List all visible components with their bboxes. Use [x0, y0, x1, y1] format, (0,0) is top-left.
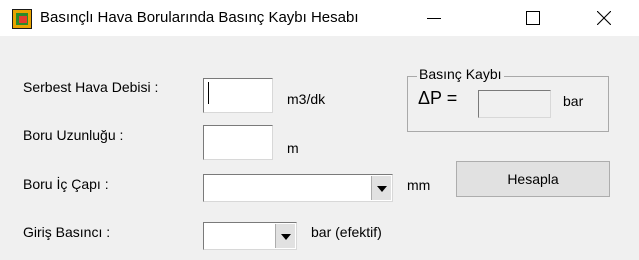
inlet-pressure-dropdown-button[interactable] — [275, 224, 295, 248]
minimize-icon — [427, 18, 441, 19]
dialog-body: Serbest Hava Debisi : m3/dk Boru Uzunluğ… — [0, 36, 639, 260]
pressure-loss-output — [478, 90, 551, 118]
pipe-diameter-dropdown-button[interactable] — [371, 176, 391, 200]
close-button[interactable] — [581, 0, 627, 36]
pressure-loss-unit: bar — [563, 93, 584, 109]
maximize-button[interactable] — [510, 0, 556, 36]
app-icon[interactable] — [12, 9, 32, 29]
chevron-down-icon — [281, 234, 291, 240]
pipe-diameter-label: Boru İç Çapı : — [23, 176, 109, 192]
pipe-diameter-select[interactable] — [203, 174, 393, 202]
pressure-loss-group-title: Basınç Kaybı — [417, 66, 504, 82]
inlet-pressure-label: Giriş Basıncı : — [23, 224, 111, 240]
inlet-pressure-select[interactable] — [203, 222, 297, 250]
window-title: Basınçlı Hava Borularında Basınç Kaybı H… — [40, 9, 359, 26]
text-caret — [208, 82, 209, 104]
minimize-button[interactable] — [411, 0, 457, 36]
free-air-flow-input[interactable] — [203, 78, 273, 113]
inlet-pressure-unit: bar (efektif) — [311, 224, 382, 240]
free-air-flow-label: Serbest Hava Debisi : — [23, 79, 159, 95]
close-icon — [597, 11, 611, 25]
free-air-flow-unit: m3/dk — [287, 91, 326, 107]
pipe-length-label: Boru Uzunluğu : — [23, 127, 124, 143]
calculate-button[interactable]: Hesapla — [456, 161, 610, 197]
chevron-down-icon — [377, 186, 387, 192]
pipe-length-unit: m — [287, 140, 299, 156]
pipe-diameter-unit: mm — [407, 177, 431, 193]
delta-p-symbol: ΔP = — [418, 88, 458, 108]
pipe-length-input[interactable] — [203, 125, 273, 160]
title-bar[interactable]: Basınçlı Hava Borularında Basınç Kaybı H… — [0, 0, 639, 36]
maximize-icon — [526, 11, 540, 25]
